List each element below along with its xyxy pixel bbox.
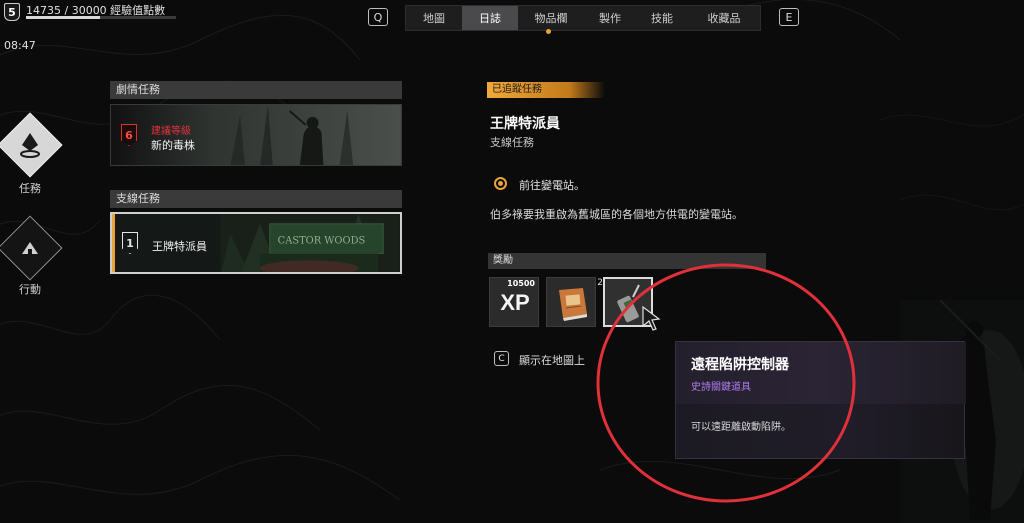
item-tooltip: 遠程陷阱控制器 史詩關鍵道具 可以遠距離啟動陷阱。 xyxy=(675,341,966,459)
reward-xp-label: XP xyxy=(500,290,530,315)
manual-icon xyxy=(559,288,587,321)
story-quests-header: 劇情任務 xyxy=(110,81,402,99)
camp-icon xyxy=(22,242,38,254)
main-tab-bar: 地圖 日誌 物品欄 製作 技能 收藏品 xyxy=(405,5,761,31)
active-tab-indicator xyxy=(546,29,551,34)
prev-tab-key-hint[interactable]: Q xyxy=(368,8,388,26)
player-level-badge: 5 xyxy=(4,3,20,21)
objective-target-icon xyxy=(494,177,507,190)
sidebar-item-actions[interactable] xyxy=(0,215,63,281)
rewards-header: 獎勵 xyxy=(488,253,766,269)
reward-xp-amount: 10500 xyxy=(507,279,535,288)
tracked-quest-tag: 已追蹤任務 xyxy=(487,82,605,98)
item-tooltip-name: 遠程陷阱控制器 xyxy=(691,357,789,373)
reward-item-manual[interactable]: 2 xyxy=(546,277,603,327)
recommended-level-label: 建議等級 xyxy=(151,126,191,137)
tab-inventory[interactable]: 物品欄 xyxy=(518,6,584,30)
selected-quest-accent xyxy=(112,214,115,272)
story-quest-card[interactable]: 6 建議等級 新的毒株 xyxy=(110,104,402,166)
xp-progress-bar xyxy=(26,16,176,19)
show-on-map-label[interactable]: 顯示在地圖上 xyxy=(519,352,585,368)
next-tab-key-hint[interactable]: E xyxy=(779,8,799,26)
tab-map[interactable]: 地圖 xyxy=(406,6,462,30)
tab-crafting[interactable]: 製作 xyxy=(584,6,636,30)
side-quest-card[interactable]: CASTOR WOODS 1 王牌特派員 xyxy=(110,212,402,274)
tab-skills[interactable]: 技能 xyxy=(636,6,688,30)
story-quest-title: 新的毒株 xyxy=(151,139,195,152)
side-quest-title: 王牌特派員 xyxy=(152,240,207,253)
reward-xp[interactable]: 10500 XP xyxy=(489,277,539,327)
sidebar-item-quests[interactable] xyxy=(0,112,63,178)
side-quests-header: 支線任務 xyxy=(110,190,402,208)
item-tooltip-description: 可以遠距離啟動陷阱。 xyxy=(691,422,791,433)
quest-marker-icon xyxy=(20,133,40,158)
quest-objective: 前往變電站。 xyxy=(519,179,585,192)
castor-woods-sign: CASTOR WOODS xyxy=(278,236,366,247)
item-tooltip-rarity: 史詩關鍵道具 xyxy=(691,382,751,393)
quest-detail-type: 支線任務 xyxy=(490,136,534,149)
quest-detail-title: 王牌特派員 xyxy=(490,116,560,132)
game-clock: 08:47 xyxy=(4,39,36,52)
cursor-icon xyxy=(642,305,661,331)
sidebar-item-label: 任務 xyxy=(19,182,41,195)
tab-collectibles[interactable]: 收藏品 xyxy=(688,6,760,30)
show-on-map-key-hint[interactable]: C xyxy=(494,351,509,366)
reward-item-remote-trap-controller[interactable] xyxy=(603,277,661,331)
quest-description: 伯多祿要我重啟為舊城區的各個地方供電的變電站。 xyxy=(490,208,743,221)
tab-journal[interactable]: 日誌 xyxy=(462,6,518,30)
sidebar-item-label: 行動 xyxy=(19,283,41,296)
xp-progress-fill xyxy=(26,16,100,19)
